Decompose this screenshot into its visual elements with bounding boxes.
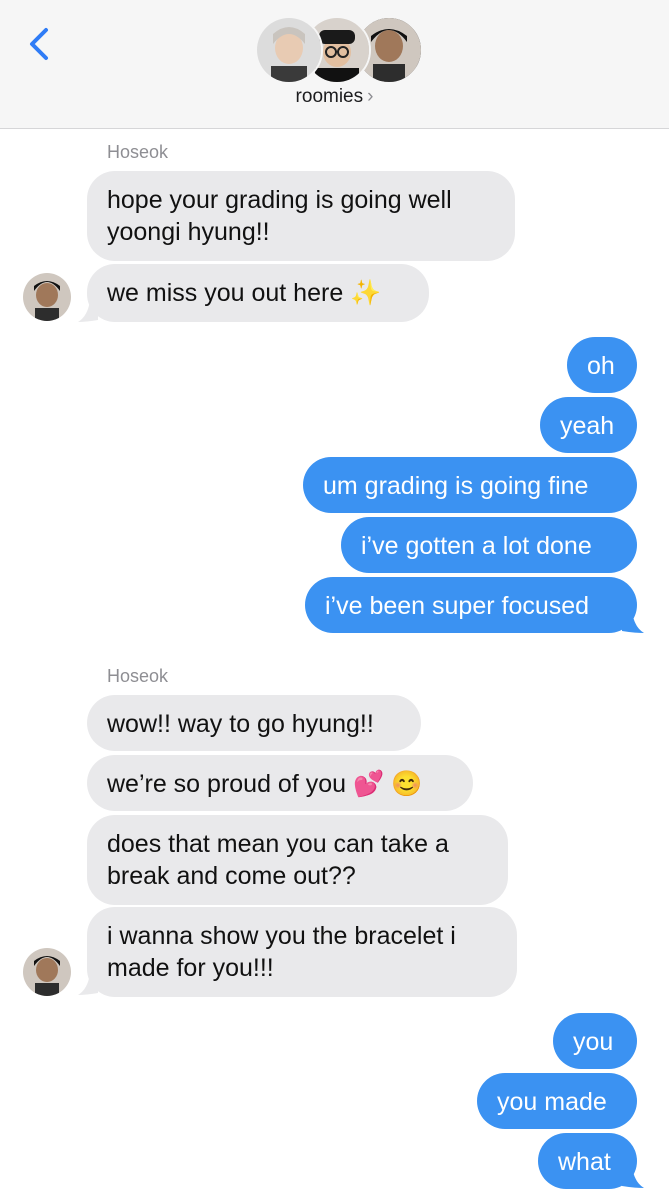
chevron-right-icon: › [367,86,374,107]
avatar [23,273,71,321]
message-bubble[interactable]: you made [477,1073,637,1129]
conversation-title[interactable]: roomies › [0,86,669,108]
group-avatars[interactable] [255,16,423,84]
group-name: roomies [295,86,364,107]
bubble-tail [78,300,98,322]
bubble-tail [622,1166,644,1188]
bubble-tail [78,973,98,995]
message-bubble[interactable]: i wanna show you the bracelet i made for… [87,907,517,997]
message-bubble[interactable]: i’ve been super focused [305,577,637,633]
message-bubble[interactable]: yeah [540,397,637,453]
message-bubble[interactable]: hope your grading is going well yoongi h… [87,171,515,261]
message-bubble[interactable]: um grading is going fine [303,457,637,513]
avatar [255,16,323,84]
message-bubble[interactable]: we miss you out here ✨ [87,264,429,322]
message-bubble[interactable]: you [553,1013,637,1069]
message-bubble[interactable]: oh [567,337,637,393]
bubble-tail [622,611,644,633]
message-bubble[interactable]: does that mean you can take a break and … [87,815,508,905]
message-bubble[interactable]: i’ve gotten a lot done [341,517,637,573]
avatar [23,948,71,996]
conversation-header: roomies › [0,0,669,129]
sender-label: Hoseok [107,666,169,686]
message-bubble[interactable]: we’re so proud of you 💕 😊 [87,755,473,811]
sender-label: Hoseok [107,142,169,162]
message-bubble[interactable]: wow!! way to go hyung!! [87,695,421,751]
chevron-left-icon[interactable] [22,22,62,66]
